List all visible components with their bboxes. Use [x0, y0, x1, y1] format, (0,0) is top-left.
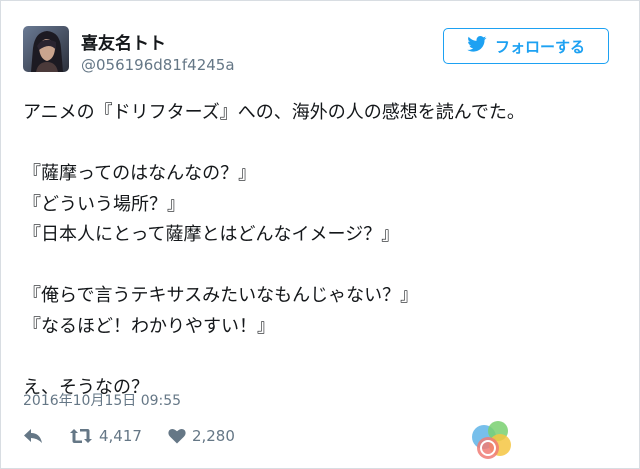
- tweet-line: アニメの『ドリフターズ』への、海外の人の感想を読んでた。: [23, 102, 525, 123]
- tweet-line: 『日本人にとって薩摩とはどんなイメージ？』: [23, 224, 400, 245]
- twitter-bird-icon: [467, 36, 487, 56]
- heart-icon: [168, 428, 186, 444]
- retweet-icon: [69, 428, 93, 444]
- user-handle[interactable]: @056196d81f4245a: [81, 56, 235, 74]
- reply-icon: [23, 428, 43, 444]
- tweet-line: 『なるほど！わかりやすい！』: [23, 315, 275, 337]
- watermark-logo: [468, 417, 516, 461]
- tweet-line: 『どういう場所？』: [23, 193, 185, 215]
- avatar[interactable]: [23, 26, 69, 72]
- retweet-button[interactable]: 4,417: [69, 427, 142, 445]
- tweet-line: 『俺らで言うテキサスみたいなもんじゃない？』: [23, 285, 419, 306]
- like-button[interactable]: 2,280: [168, 427, 235, 445]
- follow-button-label: フォローする: [494, 37, 585, 56]
- like-count: 2,280: [191, 427, 235, 445]
- tweet-line: [23, 129, 623, 160]
- tweet-line: 『薩摩ってのはなんなの？』: [23, 163, 257, 184]
- tweet-timestamp[interactable]: 2016年10月15日 09:55: [23, 390, 181, 410]
- follow-button[interactable]: フォローする: [443, 28, 609, 64]
- display-name[interactable]: 喜友名トト: [81, 29, 166, 54]
- retweet-count: 4,417: [99, 427, 142, 445]
- tweet-text: アニメの『ドリフターズ』への、海外の人の感想を読んでた。 『薩摩ってのはなんなの…: [23, 98, 623, 403]
- reply-button[interactable]: [23, 428, 43, 444]
- tweet-line: [23, 251, 623, 282]
- tweet-actions: 4,417 2,280: [23, 424, 235, 448]
- tweet-line: [23, 342, 623, 373]
